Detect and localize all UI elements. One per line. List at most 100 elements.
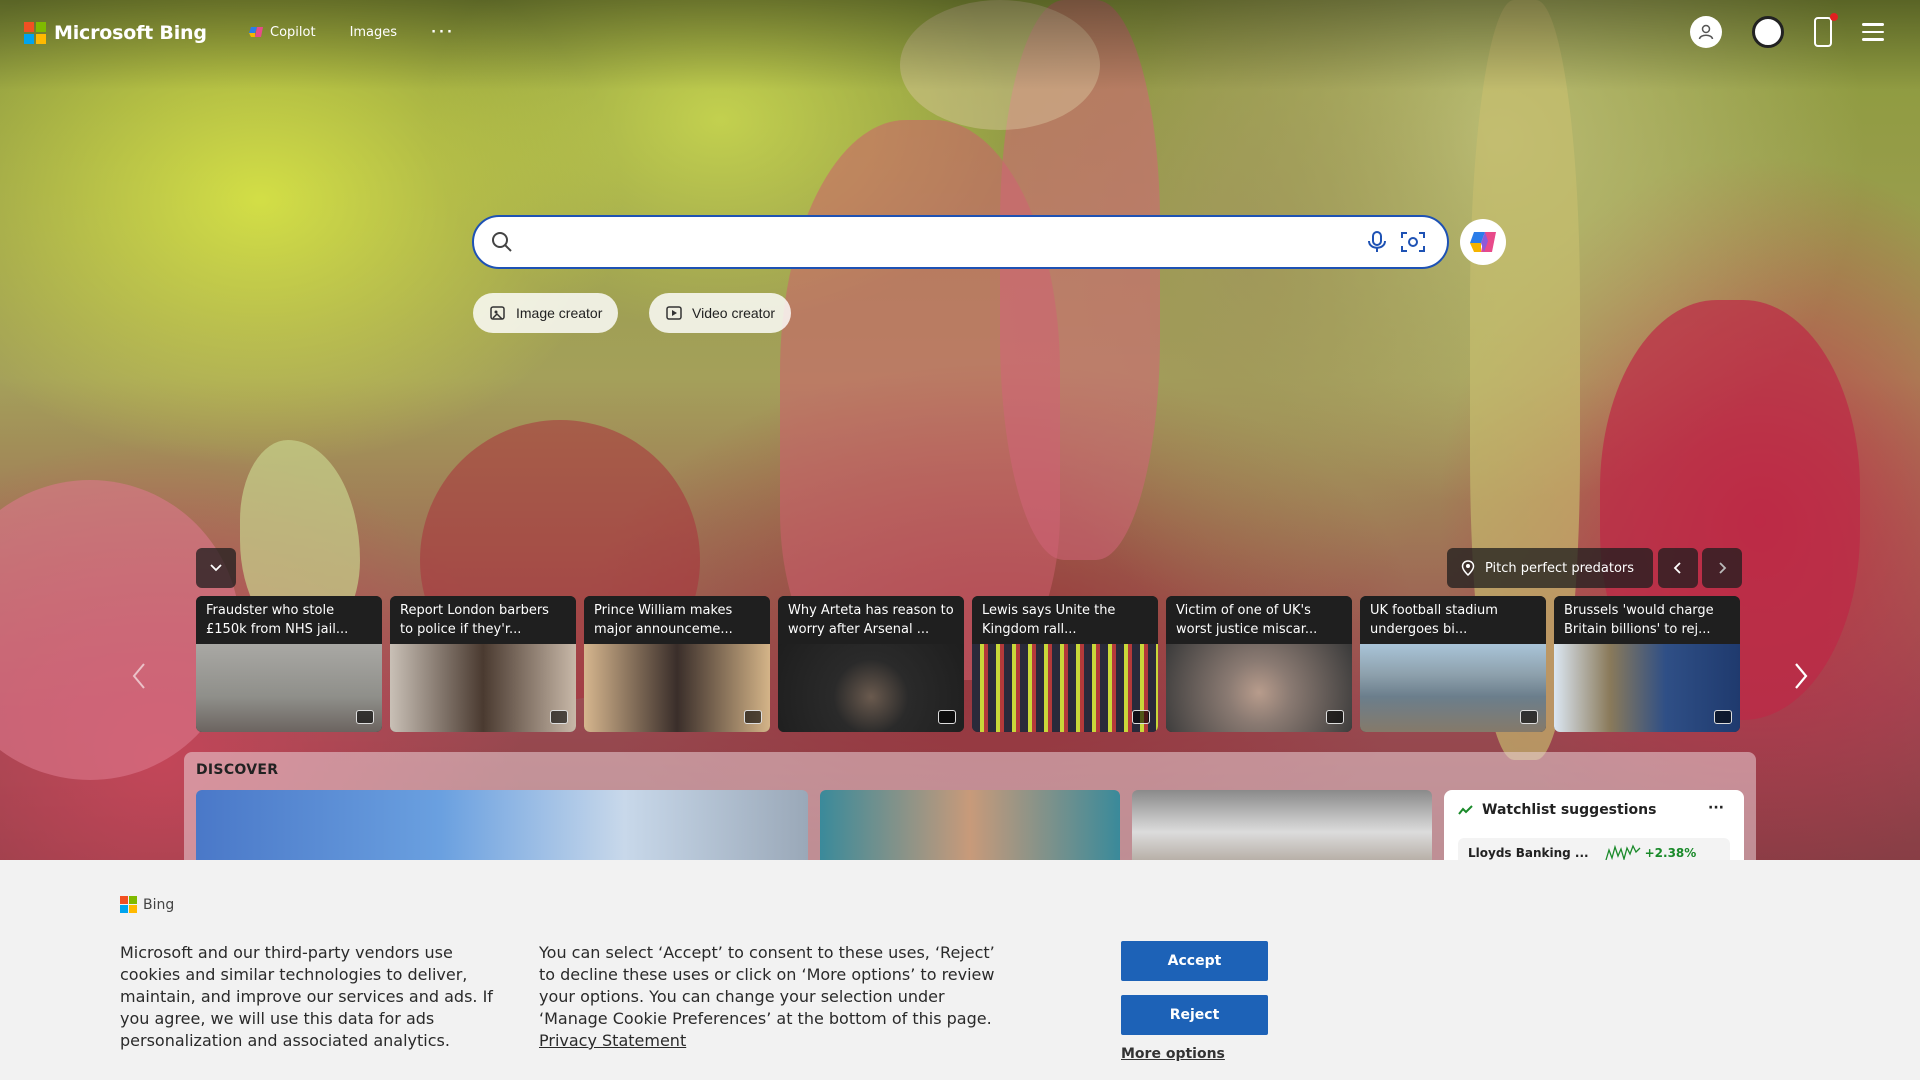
news-card-title: Report London barbers to police if they'…	[390, 596, 576, 644]
image-creator-button[interactable]: Image creator	[473, 293, 619, 333]
top-header: Microsoft Bing Copilot Images ···	[0, 0, 1920, 66]
discover-heading: DISCOVER	[196, 762, 279, 778]
discover-tile-image[interactable]	[820, 790, 1120, 860]
news-card[interactable]: Why Arteta has reason to worry after Ars…	[778, 596, 964, 732]
news-card-image	[778, 644, 964, 732]
search-input[interactable]	[522, 222, 1359, 262]
nav-copilot[interactable]: Copilot	[248, 24, 316, 40]
microsoft-logo-icon	[24, 22, 46, 44]
microsoft-logo-icon	[120, 896, 137, 913]
news-card-image	[1166, 644, 1352, 732]
news-card-image	[584, 644, 770, 732]
news-card[interactable]: Lewis says Unite the Kingdom rall...	[972, 596, 1158, 732]
cookie-description: Microsoft and our third-party vendors us…	[120, 943, 493, 1050]
carousel-next-button[interactable]	[1786, 656, 1816, 696]
header-actions	[1690, 13, 1884, 48]
carousel-prev-button[interactable]	[124, 656, 154, 696]
menu-icon[interactable]	[1862, 23, 1884, 41]
news-card[interactable]: Prince William makes major announceme...	[584, 596, 770, 732]
read-icon	[1520, 710, 1538, 724]
news-card-image	[1554, 644, 1740, 732]
camera-search-icon	[1401, 232, 1425, 252]
news-card-image	[972, 644, 1158, 732]
read-icon	[356, 710, 374, 724]
news-card[interactable]: Brussels 'would charge Britain billions'…	[1554, 596, 1740, 732]
chevron-left-icon	[1673, 562, 1681, 574]
user-icon	[1698, 24, 1714, 40]
cookie-banner: Bing Microsoft and our third-party vendo…	[0, 860, 1920, 1080]
microphone-icon	[1368, 231, 1386, 252]
news-card[interactable]: Victim of one of UK's worst justice misc…	[1166, 596, 1352, 732]
rewards-icon[interactable]	[1752, 16, 1784, 48]
news-card-title: Victim of one of UK's worst justice misc…	[1166, 596, 1352, 644]
more-options-button[interactable]: ···	[1708, 800, 1724, 816]
news-card[interactable]: Report London barbers to police if they'…	[390, 596, 576, 732]
nav-copilot-label: Copilot	[270, 24, 316, 40]
watchlist-title: Watchlist suggestions	[1482, 802, 1657, 818]
next-image-button[interactable]	[1702, 548, 1742, 588]
cookie-instructions-text: You can select ‘Accept’ to consent to th…	[539, 943, 995, 1028]
image-info-chip[interactable]: Pitch perfect predators	[1447, 548, 1653, 588]
copilot-icon	[1470, 232, 1496, 252]
cookie-brand: Bing	[120, 896, 174, 913]
news-carousel: Fraudster who stole £150k from NHS jail.…	[196, 596, 1740, 732]
video-creator-icon	[666, 306, 682, 320]
image-creator-icon	[490, 306, 505, 320]
news-card[interactable]: UK football stadium undergoes bi...	[1360, 596, 1546, 732]
news-card-title: Brussels 'would charge Britain billions'…	[1554, 596, 1740, 644]
news-card-title: Prince William makes major announceme...	[584, 596, 770, 644]
image-title: Pitch perfect predators	[1485, 560, 1635, 576]
read-icon	[1326, 710, 1344, 724]
cookie-brand-name: Bing	[143, 896, 175, 913]
news-card-image	[196, 644, 382, 732]
read-icon	[550, 710, 568, 724]
news-card[interactable]: Fraudster who stole £150k from NHS jail.…	[196, 596, 382, 732]
collapse-news-button[interactable]	[196, 548, 236, 588]
stock-change: +2.38%	[1644, 846, 1697, 860]
nav-images-label: Images	[349, 24, 398, 40]
reject-button[interactable]: Reject	[1121, 995, 1268, 1035]
news-card-title: UK football stadium undergoes bi...	[1360, 596, 1546, 644]
news-card-title: Lewis says Unite the Kingdom rall...	[972, 596, 1158, 644]
chevron-down-icon	[210, 564, 222, 572]
account-avatar[interactable]	[1690, 16, 1722, 48]
top-nav: Copilot Images ···	[248, 24, 455, 40]
copilot-icon	[249, 27, 263, 37]
discover-tile-image[interactable]	[196, 790, 808, 860]
bing-logo[interactable]: Microsoft Bing	[24, 22, 207, 44]
news-card-title: Fraudster who stole £150k from NHS jail.…	[196, 596, 382, 644]
news-card-image	[390, 644, 576, 732]
read-icon	[938, 710, 956, 724]
stock-chart-icon	[1458, 805, 1473, 815]
chevron-left-icon	[132, 663, 145, 689]
search-box[interactable]	[472, 215, 1449, 269]
video-creator-label: Video creator	[692, 305, 776, 321]
location-pin-icon	[1461, 560, 1475, 576]
visual-search-button[interactable]	[1395, 224, 1431, 260]
copilot-button[interactable]	[1460, 219, 1506, 265]
watchlist-card: Watchlist suggestions ··· Lloyds Banking…	[1444, 790, 1744, 870]
accept-button[interactable]: Accept	[1121, 941, 1268, 981]
news-card-title: Why Arteta has reason to worry after Ars…	[778, 596, 964, 644]
stock-name: Lloyds Banking ...	[1468, 846, 1589, 860]
search-icon	[492, 232, 512, 252]
privacy-statement-link[interactable]: Privacy Statement	[539, 1031, 686, 1050]
previous-image-button[interactable]	[1658, 548, 1698, 588]
watchlist-header: Watchlist suggestions	[1458, 802, 1656, 818]
cookie-instructions: You can select ‘Accept’ to consent to th…	[539, 942, 1009, 1052]
read-icon	[744, 710, 762, 724]
image-creator-label: Image creator	[516, 305, 603, 321]
mobile-app-icon[interactable]	[1814, 13, 1838, 47]
chevron-right-icon	[1795, 663, 1808, 689]
brand-name: Microsoft Bing	[54, 22, 207, 44]
notification-dot	[1830, 13, 1838, 21]
more-nav-button[interactable]: ···	[431, 25, 455, 40]
voice-search-button[interactable]	[1359, 224, 1395, 260]
discover-tile-image[interactable]	[1132, 790, 1432, 860]
more-options-link[interactable]: More options	[1121, 1046, 1225, 1062]
chevron-right-icon	[1719, 562, 1727, 574]
read-icon	[1132, 710, 1150, 724]
nav-images[interactable]: Images	[350, 25, 398, 40]
video-creator-button[interactable]: Video creator	[649, 293, 792, 333]
read-icon	[1714, 710, 1732, 724]
